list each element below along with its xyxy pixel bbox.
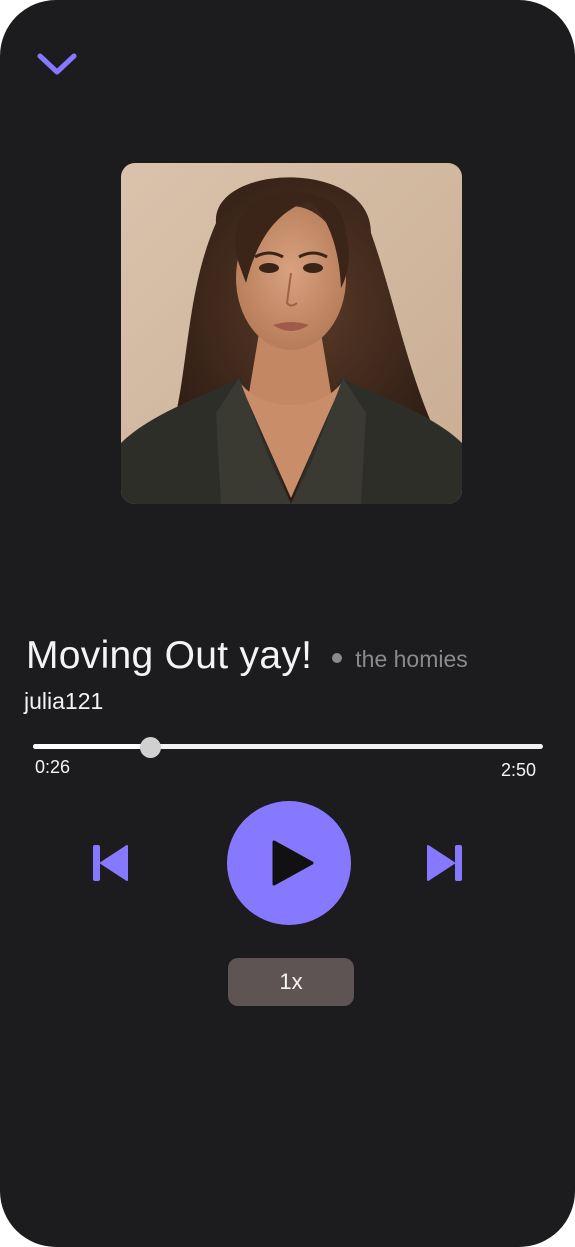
player-screen: Moving Out yay! the homies julia121 0:26… (0, 0, 575, 1247)
play-button[interactable] (227, 801, 351, 925)
time-total: 2:50 (500, 760, 536, 780)
track-title: Moving Out yay! (26, 634, 313, 677)
artist-name[interactable]: julia121 (24, 686, 103, 716)
progress-thumb[interactable] (140, 737, 162, 758)
track-title-row: Moving Out yay! the homies (26, 632, 468, 680)
time-elapsed: 0:26 (35, 757, 71, 777)
previous-button[interactable] (85, 840, 133, 886)
next-button[interactable] (422, 840, 470, 886)
chevron-down-icon (37, 53, 77, 75)
progress-fill (33, 744, 151, 749)
skip-next-icon (427, 845, 462, 881)
album-art (121, 163, 462, 504)
play-icon (272, 840, 314, 886)
progress-slider[interactable] (33, 736, 543, 758)
separator-dot (332, 653, 343, 663)
album-name[interactable]: the homies (355, 646, 468, 673)
skip-previous-icon (93, 845, 128, 881)
playback-speed-button[interactable]: 1x (228, 958, 354, 1006)
portrait-image (121, 163, 462, 504)
collapse-button[interactable] (32, 44, 82, 84)
